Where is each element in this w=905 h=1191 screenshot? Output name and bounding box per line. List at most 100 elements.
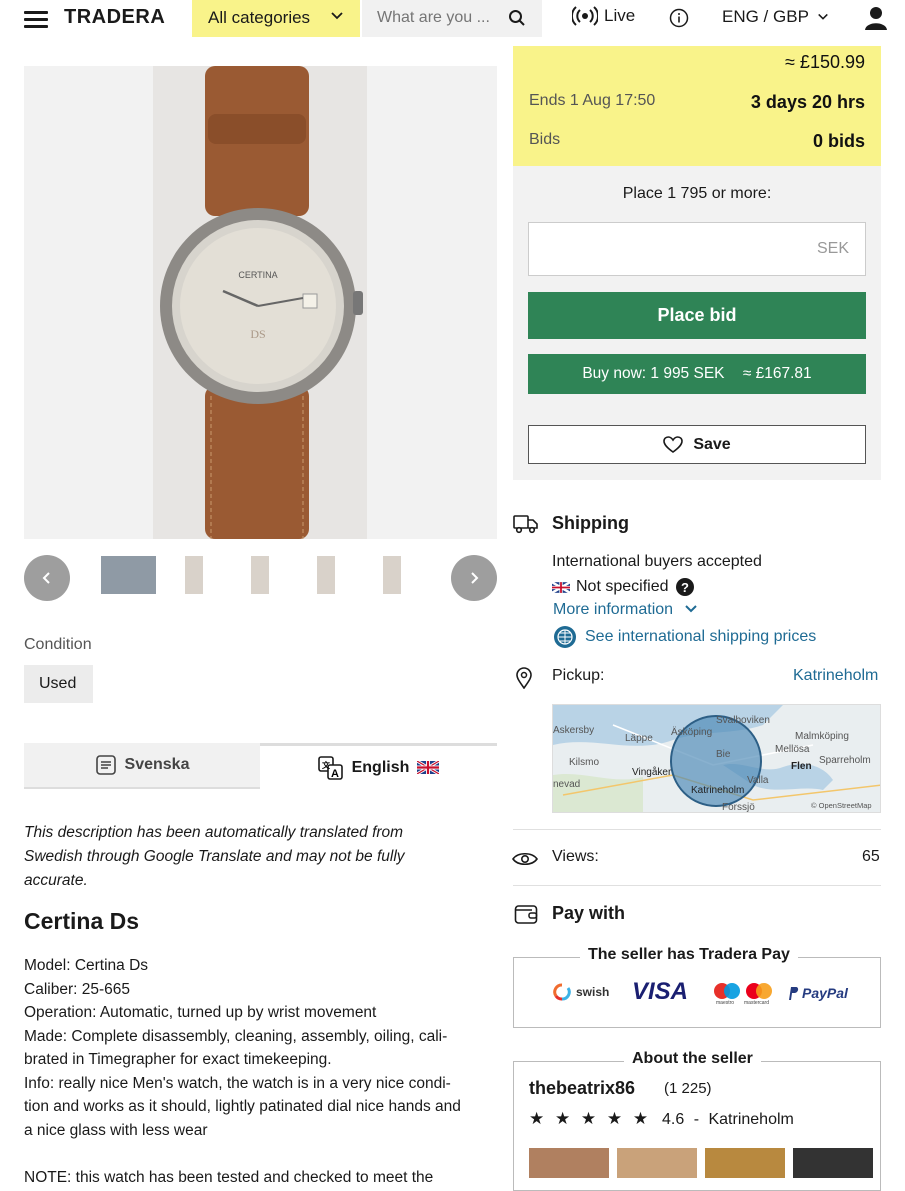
buy-now-label: Buy now: 1 995 SEK <box>582 365 725 382</box>
info-icon[interactable] <box>669 8 689 28</box>
map-label: Valla <box>747 775 769 786</box>
tab-english-label: English <box>351 758 410 776</box>
not-specified-label: Not specified <box>576 578 669 595</box>
map-label: Sparreholm <box>819 755 871 766</box>
truck-icon <box>513 515 538 534</box>
seller-item-thumbnail[interactable] <box>705 1148 785 1178</box>
uk-flag-icon <box>552 581 570 593</box>
svg-text:?: ? <box>681 580 689 595</box>
seller-rating-summary: 4.6 - Katrineholm <box>662 1111 794 1128</box>
map-label: nevad <box>553 779 581 790</box>
gallery-thumbnail[interactable] <box>251 556 269 594</box>
gallery-thumbnail[interactable] <box>317 556 335 594</box>
gallery-thumbnail[interactable] <box>383 556 401 594</box>
maestro-icon <box>714 983 740 999</box>
more-information-link[interactable]: More information <box>553 601 698 619</box>
paypal-icon <box>789 986 799 1000</box>
tab-svenska[interactable]: Svenska <box>24 743 260 789</box>
tab-svenska-label: Svenska <box>124 756 190 773</box>
seller-item-thumbnail[interactable] <box>793 1148 873 1178</box>
bids-label: Bids <box>529 131 561 148</box>
description-language-tabs: Svenska A文 English <box>24 743 497 789</box>
seller-item-thumbnail[interactable] <box>617 1148 697 1178</box>
description-body: Model: Certina Ds Caliber: 25-665 Operat… <box>24 957 461 1186</box>
top-bar: TRADERA All categories Live ENG / GBP <box>0 0 905 40</box>
bid-amount-input[interactable]: SEK <box>528 222 866 276</box>
language-currency-selector[interactable]: ENG / GBP <box>722 7 829 27</box>
save-label: Save <box>693 435 731 453</box>
gallery-thumbnail[interactable] <box>101 556 156 594</box>
tradera-logo[interactable]: TRADERA <box>64 6 165 29</box>
uk-flag-icon <box>417 761 440 774</box>
tab-english[interactable]: A文 English <box>260 743 497 789</box>
gallery-next-button[interactable] <box>451 555 497 601</box>
intl-shipping-prices-link[interactable]: See international shipping prices <box>553 625 816 649</box>
seller-star-rating: ★ ★ ★ ★ ★ <box>529 1109 652 1128</box>
payment-methods-box: swish VISA maestro mastercard PayPal <box>513 957 881 1028</box>
pay-with-title: Pay with <box>552 903 626 923</box>
min-bid-hint: Place 1 795 or more: <box>622 185 772 202</box>
time-left: 3 days 20 hrs <box>750 92 865 112</box>
help-icon[interactable]: ? <box>675 577 695 597</box>
chevron-down-icon <box>684 605 697 613</box>
bid-summary: ≈ £150.99 Ends 1 Aug 17:50 3 days 20 hrs … <box>513 46 881 166</box>
price-gbp: ≈ £150.99 <box>785 52 865 72</box>
currency-label: SEK <box>816 240 849 257</box>
live-link[interactable]: Live <box>572 6 635 26</box>
bids-count: 0 bids <box>812 131 865 151</box>
pickup-label: Pickup: <box>552 667 605 684</box>
buy-now-button[interactable]: Buy now: 1 995 SEK ≈ £167.81 <box>528 354 866 394</box>
place-bid-button[interactable]: Place bid <box>528 292 866 339</box>
all-categories-button[interactable]: All categories <box>192 0 360 37</box>
chevron-left-icon <box>42 572 50 584</box>
mastercard-icon <box>746 983 772 999</box>
watch-photo[interactable]: CERTINA DS <box>153 66 367 539</box>
mastercard-logo: mastercard <box>744 982 774 1006</box>
save-button[interactable]: Save <box>528 425 866 464</box>
live-broadcast-icon <box>572 6 598 26</box>
live-label: Live <box>604 6 636 25</box>
gallery-prev-button[interactable] <box>24 555 70 601</box>
seller-item-thumbnail[interactable] <box>529 1148 609 1178</box>
seller-rating-count: (1 225) <box>664 1080 712 1097</box>
wallet-icon <box>514 905 538 924</box>
about-seller-title: About the seller <box>624 1050 761 1068</box>
divider <box>513 829 881 830</box>
chevron-right-icon <box>471 572 479 584</box>
translation-note: This description has been automatically … <box>24 824 405 889</box>
svg-text:文: 文 <box>322 760 331 770</box>
seller-name-link[interactable]: thebeatrix86 <box>529 1078 635 1099</box>
location-pin-icon <box>516 667 532 689</box>
chevron-down-icon <box>331 12 343 20</box>
description-title: Certina Ds <box>24 908 140 934</box>
buy-now-gbp: ≈ £167.81 <box>742 365 812 382</box>
map-attribution: © OpenStreetMap <box>811 801 872 810</box>
more-information-label: More information <box>553 601 674 618</box>
map-label: Äsköping <box>671 727 713 738</box>
heart-icon <box>663 435 684 453</box>
pickup-map[interactable]: Askersby Läppe Äsköping Svalboviken Malm… <box>552 704 881 813</box>
svg-text:A: A <box>331 768 339 780</box>
hamburger-menu-icon[interactable] <box>24 11 48 29</box>
search-icon[interactable] <box>508 9 526 27</box>
map-label: Kilsmo <box>569 757 600 768</box>
pickup-location-link[interactable]: Katrineholm <box>793 667 878 685</box>
map-label: Flen <box>791 761 812 772</box>
svg-text:DS: DS <box>250 327 265 341</box>
maestro-logo: maestro <box>712 982 742 1006</box>
globe-icon <box>554 626 576 648</box>
all-categories-label: All categories <box>208 8 311 27</box>
map-label: Askersby <box>553 725 595 736</box>
views-count: 65 <box>862 848 880 865</box>
swish-icon <box>553 983 571 1001</box>
search-bar <box>362 0 542 37</box>
condition-badge: Used <box>24 665 93 703</box>
map-label: Mellösa <box>775 744 810 755</box>
seller-rating-value: 4.6 <box>662 1111 685 1128</box>
user-icon[interactable] <box>864 5 888 31</box>
seller-location: Katrineholm <box>708 1111 794 1128</box>
map-label: Läppe <box>625 733 653 744</box>
translate-icon: A文 <box>317 755 343 780</box>
search-input[interactable] <box>377 9 497 27</box>
gallery-thumbnail[interactable] <box>185 556 203 594</box>
